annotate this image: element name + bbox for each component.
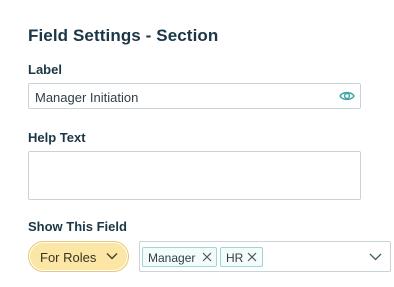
panel-title: Field Settings - Section: [28, 26, 219, 45]
close-icon[interactable]: [247, 252, 257, 262]
help-text-textarea[interactable]: [28, 151, 361, 200]
chevron-down-icon[interactable]: [369, 253, 382, 261]
label-input-value: Manager Initiation: [35, 90, 139, 105]
close-icon[interactable]: [202, 252, 212, 262]
role-tag-label: HR: [226, 251, 244, 265]
role-tag-manager: Manager: [142, 247, 217, 267]
label-input[interactable]: Manager Initiation: [28, 83, 361, 109]
show-this-field-label: Show This Field: [28, 219, 127, 234]
field-settings-panel: Field Settings - Section Label Manager I…: [28, 0, 391, 287]
show-mode-dropdown[interactable]: For Roles: [28, 241, 129, 272]
help-text-label: Help Text: [28, 130, 86, 145]
show-mode-selected: For Roles: [40, 250, 97, 265]
label-field-label: Label: [28, 62, 62, 77]
roles-multiselect[interactable]: Manager HR: [139, 241, 391, 272]
chevron-down-icon: [106, 253, 118, 260]
eye-icon[interactable]: [339, 89, 355, 103]
role-tag-label: Manager: [148, 251, 196, 265]
role-tag-hr: HR: [220, 247, 263, 267]
